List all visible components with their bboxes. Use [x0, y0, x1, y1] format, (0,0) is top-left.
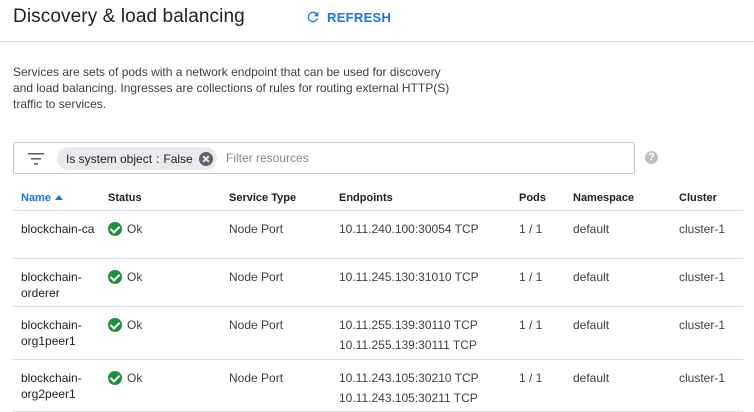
namespace-cell: default	[573, 371, 610, 385]
cluster-cell: cluster-1	[679, 371, 726, 385]
refresh-label: REFRESH	[327, 9, 392, 25]
page-title: Discovery & load balancing	[13, 6, 245, 27]
column-header-pods[interactable]: Pods	[519, 192, 546, 204]
filter-chip-key: Is system object	[66, 151, 153, 166]
endpoints-cell: 10.11.245.130:31010 TCP	[339, 269, 479, 289]
column-header-name[interactable]: Name	[21, 192, 101, 204]
filter-chip-separator: :	[156, 151, 160, 166]
column-header-service-type[interactable]: Service Type	[229, 192, 296, 204]
status-text: Ok	[127, 371, 143, 385]
pods-cell: 1 / 1	[519, 318, 543, 332]
filter-bar: Is system object : False	[13, 142, 635, 174]
pods-cell: 1 / 1	[519, 270, 543, 284]
refresh-button[interactable]: REFRESH	[305, 9, 391, 25]
endpoints-cell: 10.11.255.139:30110 TCP 10.11.255.139:30…	[339, 317, 478, 357]
check-circle-icon	[108, 371, 122, 385]
column-header-endpoints[interactable]: Endpoints	[339, 192, 393, 204]
filter-input[interactable]	[226, 147, 526, 169]
service-type-cell: Node Port	[229, 270, 284, 284]
column-header-status[interactable]: Status	[108, 192, 142, 204]
service-type-cell: Node Port	[229, 318, 284, 332]
cluster-cell: cluster-1	[679, 270, 726, 284]
status-cell: Ok	[108, 317, 142, 333]
status-cell: Ok	[108, 221, 142, 237]
check-circle-icon	[108, 318, 122, 332]
service-name-link[interactable]: blockchain-ca	[21, 221, 101, 237]
namespace-cell: default	[573, 318, 610, 332]
sort-ascending-icon	[54, 195, 63, 200]
service-type-cell: Node Port	[229, 371, 284, 385]
namespace-cell: default	[573, 222, 610, 236]
service-name-link[interactable]: blockchain-org2peer1	[21, 370, 101, 402]
page-header: Discovery & load balancing REFRESH	[0, 0, 754, 42]
endpoints-cell: 10.11.243.105:30210 TCP 10.11.243.105:30…	[339, 370, 479, 410]
service-type-cell: Node Port	[229, 222, 284, 236]
refresh-icon	[307, 11, 319, 23]
endpoint-text[interactable]: 10.11.245.130:31010 TCP	[339, 269, 479, 285]
table-row[interactable]: blockchain-ca Ok Node Port 10.11.240.100…	[13, 211, 743, 259]
endpoint-text[interactable]: 10.11.255.139:30110 TCP	[339, 317, 478, 333]
chip-close-icon[interactable]	[198, 151, 213, 166]
filter-chip-value: False	[163, 151, 193, 166]
check-circle-icon	[108, 222, 122, 236]
cluster-cell: cluster-1	[679, 318, 726, 332]
service-name-link[interactable]: blockchain-orderer	[21, 269, 101, 301]
status-text: Ok	[127, 318, 143, 332]
status-cell: Ok	[108, 370, 142, 386]
endpoint-text[interactable]: 10.11.240.100:30054 TCP	[339, 221, 479, 237]
status-text: Ok	[127, 270, 143, 284]
column-header-name-label: Name	[21, 192, 51, 204]
cluster-cell: cluster-1	[679, 222, 726, 236]
check-circle-icon	[108, 270, 122, 284]
services-table: Name Status Service Type Endpoints Pods …	[13, 184, 743, 412]
help-icon[interactable]: ?	[645, 151, 658, 164]
status-cell: Ok	[108, 269, 142, 285]
endpoint-text[interactable]: 10.11.243.105:30210 TCP	[339, 370, 479, 386]
pods-cell: 1 / 1	[519, 371, 543, 385]
column-header-cluster[interactable]: Cluster	[679, 192, 717, 204]
pods-cell: 1 / 1	[519, 222, 543, 236]
filter-icon[interactable]	[28, 152, 44, 166]
filter-chip[interactable]: Is system object : False	[57, 147, 217, 170]
service-name-link[interactable]: blockchain-org1peer1	[21, 317, 101, 349]
page-description: Services are sets of pods with a network…	[13, 65, 450, 111]
namespace-cell: default	[573, 270, 610, 284]
endpoint-text[interactable]: 10.11.255.139:30111 TCP	[339, 337, 478, 353]
table-header: Name Status Service Type Endpoints Pods …	[13, 184, 743, 211]
endpoints-cell: 10.11.240.100:30054 TCP	[339, 221, 479, 241]
endpoint-text[interactable]: 10.11.243.105:30211 TCP	[339, 390, 479, 406]
table-row[interactable]: blockchain-org1peer1 Ok Node Port 10.11.…	[13, 307, 743, 360]
status-text: Ok	[127, 222, 143, 236]
table-row[interactable]: blockchain-org2peer1 Ok Node Port 10.11.…	[13, 360, 743, 412]
column-header-namespace[interactable]: Namespace	[573, 192, 634, 204]
table-row[interactable]: blockchain-orderer Ok Node Port 10.11.24…	[13, 259, 743, 307]
